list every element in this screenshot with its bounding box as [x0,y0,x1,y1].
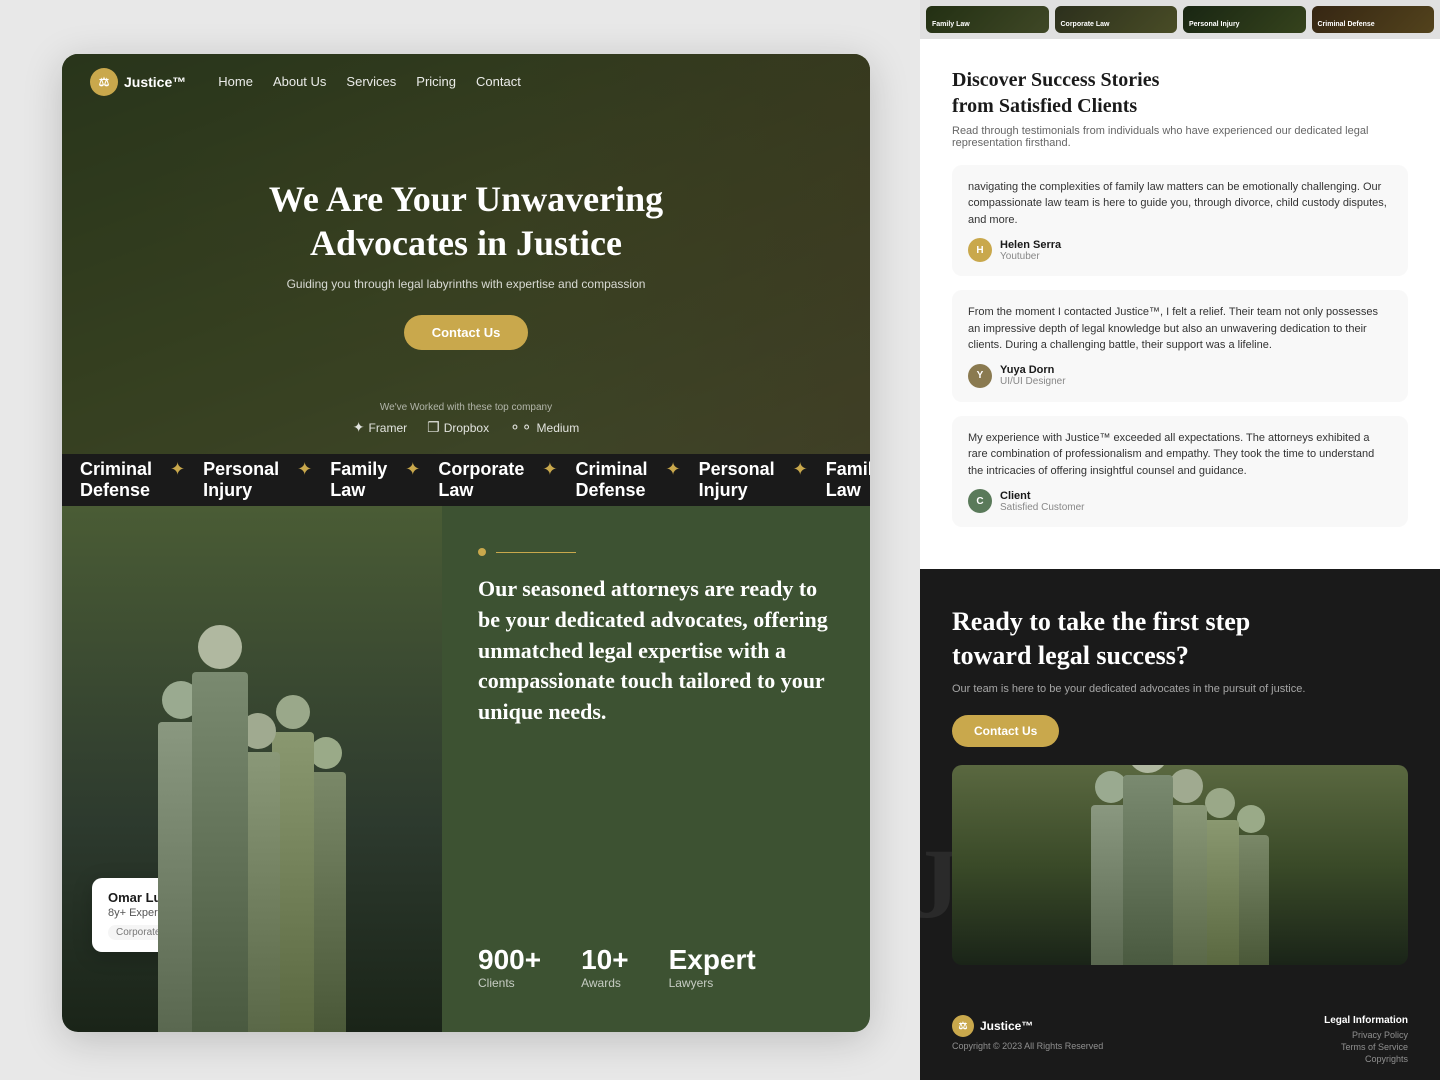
nav-contact[interactable]: Contact [476,74,521,89]
stat-clients-num: 900+ [478,944,541,976]
footer-logo-icon: ⚖ [952,1015,974,1037]
nav-services[interactable]: Services [346,74,396,89]
ticker-item-7: Family Law [808,459,870,501]
nav-pricing[interactable]: Pricing [416,74,456,89]
hero-cta-button[interactable]: Contact Us [404,315,529,350]
footer-left: ⚖ Justice™ Copyright © 2023 All Rights R… [952,1015,1103,1051]
footer-terms[interactable]: Terms of Service [1324,1042,1408,1052]
about-text: Our seasoned attorneys are ready to be y… [442,506,870,1032]
hero-subtitle: Guiding you through legal labyrinths wit… [269,277,663,291]
hero-section: ⚖ Justice™ Home About Us Services Pricin… [62,54,870,454]
services-mini-strip: Family Law Corporate Law Personal Injury… [920,0,1440,39]
testimonial-text-1: navigating the complexities of family la… [968,179,1392,229]
about-body-text: Our seasoned attorneys are ready to be y… [478,574,834,728]
cta-section: Justic Ready to take the first step towa… [920,569,1440,1001]
hero-content: We Are Your Unwavering Advocates in Just… [209,178,723,349]
partners-logos: ✦ Framer ❐ Dropbox ⚬⚬ Medium [62,419,870,436]
partners-label: We've Worked with these top company [62,402,870,413]
about-image: Omar Lubin 8y+ Experience Corporate Law [62,506,442,1032]
author-info-1: Helen Serra Youtuber [1000,239,1061,262]
stats-row: 900+ Clients 10+ Awards Expert Lawyers [478,944,834,990]
logo-icon: ⚖ [90,68,118,96]
author-name-1: Helen Serra [1000,239,1061,251]
cta-subtitle: Our team is here to be your dedicated ad… [952,683,1408,695]
footer-logo: ⚖ Justice™ [952,1015,1103,1037]
cta-title: Ready to take the first step toward lega… [952,605,1408,673]
author-name-2: Yuya Dorn [1000,364,1066,376]
footer-logo-text: Justice™ [980,1019,1033,1033]
author-title-2: UI/UI Designer [1000,376,1066,387]
footer-privacy[interactable]: Privacy Policy [1324,1030,1408,1040]
accent-line [496,552,576,553]
ticker-item-4: Corporate Law [420,459,542,501]
stat-lawyers: Expert Lawyers [669,944,756,990]
cta-button[interactable]: Contact Us [952,715,1059,747]
ticker-item-2: Personal Injury [185,459,297,501]
testimonial-author-3: C Client Satisfied Customer [968,489,1392,513]
logo-text: Justice™ [124,74,186,90]
testimonial-author-2: Y Yuya Dorn UI/UI Designer [968,364,1392,388]
author-name-3: Client [1000,490,1084,502]
author-title-1: Youtuber [1000,251,1061,262]
svc-mini-3: Personal Injury [1183,6,1306,33]
nav-links: Home About Us Services Pricing Contact [218,73,521,91]
author-info-3: Client Satisfied Customer [1000,490,1084,513]
nav-home[interactable]: Home [218,74,253,89]
author-avatar-1: H [968,238,992,262]
main-card: ⚖ Justice™ Home About Us Services Pricin… [62,54,870,1032]
nav-about[interactable]: About Us [273,74,326,89]
partner-medium: ⚬⚬ Medium [509,419,579,436]
cta-team-figures [952,785,1408,965]
about-accent [478,548,834,556]
ticker-item-1: Criminal Defense [62,459,170,501]
hero-title: We Are Your Unwavering Advocates in Just… [269,178,663,264]
footer-copyright: Copyright © 2023 All Rights Reserved [952,1041,1103,1051]
accent-dot [478,548,486,556]
testimonial-text-2: From the moment I contacted Justice™, I … [968,304,1392,354]
stat-lawyers-label: Lawyers [669,976,756,990]
svc-mini-2: Corporate Law [1055,6,1178,33]
author-info-2: Yuya Dorn UI/UI Designer [1000,364,1066,387]
ticker-item-6: Personal Injury [681,459,793,501]
stat-awards: 10+ Awards [581,944,629,990]
stat-awards-num: 10+ [581,944,629,976]
team-photo [62,625,442,1032]
partner-framer: ✦ Framer [353,419,407,436]
author-avatar-2: Y [968,364,992,388]
testimonial-text-3: My experience with Justice™ exceeded all… [968,430,1392,480]
footer-copyrights[interactable]: Copyrights [1324,1054,1408,1064]
stat-awards-label: Awards [581,976,629,990]
svc-mini-1: Family Law [926,6,1049,33]
svc-mini-4: Criminal Defense [1312,6,1435,33]
ticker-bar: Criminal Defense ✦ Personal Injury ✦ Fam… [62,454,870,506]
ticker-item-3: Family Law [312,459,405,501]
nav-logo[interactable]: ⚖ Justice™ [90,68,186,96]
partner-dropbox: ❐ Dropbox [427,419,489,436]
footer-links-title: Legal Information [1324,1015,1408,1026]
right-panels: Family Law Corporate Law Personal Injury… [920,0,1440,1080]
testimonials-section: Discover Success Stories from Satisfied … [920,39,1440,570]
stat-clients-label: Clients [478,976,541,990]
testimonials-subtitle: Read through testimonials from individua… [952,125,1408,149]
testimonials-header: Discover Success Stories from Satisfied … [952,67,1408,149]
ticker-track: Criminal Defense ✦ Personal Injury ✦ Fam… [62,459,870,501]
footer: ⚖ Justice™ Copyright © 2023 All Rights R… [920,1001,1440,1080]
hero-partners: We've Worked with these top company ✦ Fr… [62,402,870,436]
testimonial-card-1: navigating the complexities of family la… [952,165,1408,277]
stat-clients: 900+ Clients [478,944,541,990]
author-title-3: Satisfied Customer [1000,502,1084,513]
cta-team-image [952,765,1408,965]
ticker-item-5: Criminal Defense [558,459,666,501]
testimonial-author-1: H Helen Serra Youtuber [968,238,1392,262]
testimonials-title: Discover Success Stories from Satisfied … [952,67,1408,119]
navbar: ⚖ Justice™ Home About Us Services Pricin… [62,54,870,110]
author-avatar-3: C [968,489,992,513]
stat-lawyers-num: Expert [669,944,756,976]
footer-links: Legal Information Privacy Policy Terms o… [1324,1015,1408,1066]
testimonial-card-2: From the moment I contacted Justice™, I … [952,290,1408,402]
about-section: Omar Lubin 8y+ Experience Corporate Law … [62,506,870,1032]
testimonial-card-3: My experience with Justice™ exceeded all… [952,416,1408,528]
